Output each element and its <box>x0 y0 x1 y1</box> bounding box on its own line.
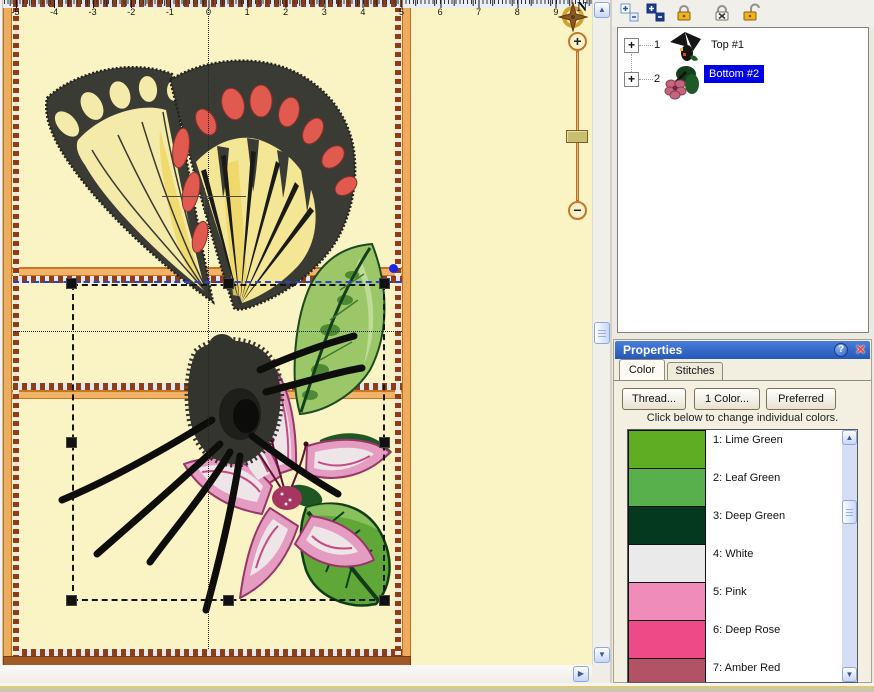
layers-toolbar <box>612 0 874 27</box>
selection-handle-nw[interactable] <box>66 278 77 289</box>
expand-layer-1-button[interactable]: + <box>624 38 639 53</box>
selection-handle-se[interactable] <box>379 595 390 606</box>
selection-handle-sw[interactable] <box>66 595 77 606</box>
properties-titlebar[interactable]: Properties ? ✕ <box>615 341 870 359</box>
color-label-6: 6: Deep Rose <box>713 624 780 636</box>
color-swatch-6[interactable] <box>628 620 706 659</box>
close-icon[interactable]: ✕ <box>855 342 866 358</box>
layer-item-top[interactable]: Top #1 <box>706 36 749 54</box>
color-swatch-2[interactable] <box>628 468 706 507</box>
color-row-5[interactable]: 5: Pink <box>628 582 844 621</box>
color-row-7[interactable]: 7: Amber Red <box>628 658 844 683</box>
color-label-3: 3: Deep Green <box>713 510 785 522</box>
selection-handle-ne[interactable] <box>379 278 390 289</box>
scroll-up-button[interactable]: ▲ <box>594 2 610 18</box>
zoom-out-button[interactable]: − <box>568 201 587 220</box>
lock-closed-icon[interactable] <box>674 3 694 23</box>
selection-handle-w[interactable] <box>66 437 77 448</box>
list-scroll-up-button[interactable]: ▲ <box>842 430 857 445</box>
color-swatch-5[interactable] <box>628 582 706 621</box>
color-row-3[interactable]: 3: Deep Green <box>628 506 844 545</box>
color-label-2: 2: Leaf Green <box>713 472 780 484</box>
list-scroll-thumb[interactable] <box>842 500 857 524</box>
layer-1-number: 1 <box>654 39 660 51</box>
zoom-in-button[interactable]: + <box>568 32 587 51</box>
select-minus-icon[interactable] <box>646 3 666 23</box>
color-label-1: 1: Lime Green <box>713 434 783 446</box>
color-label-7: 7: Amber Red <box>713 662 780 674</box>
properties-panel: Properties ? ✕ Color Stitches Thread... … <box>613 339 872 683</box>
color-swatch-3[interactable] <box>628 506 706 545</box>
layers-list[interactable]: + 1 Top #1 + 2 <box>617 27 869 333</box>
color-list-caption: Click below to change individual colors. <box>614 412 871 424</box>
selection-handle-s[interactable] <box>223 595 234 606</box>
scroll-down-button[interactable]: ▼ <box>594 647 610 663</box>
thread-button[interactable]: Thread... <box>622 388 686 410</box>
canvas-hscrollbar[interactable]: ▶ <box>0 665 592 683</box>
color-swatch-7[interactable] <box>628 658 706 683</box>
rotation-point[interactable] <box>389 264 398 273</box>
preferred-button[interactable]: Preferred <box>766 388 836 410</box>
color-swatch-1[interactable] <box>628 430 706 469</box>
color-row-4[interactable]: 4: White <box>628 544 844 583</box>
tab-stitches[interactable]: Stitches <box>667 362 723 380</box>
one-color-button[interactable]: 1 Color... <box>694 388 760 410</box>
color-list[interactable]: 1: Lime Green 2: Leaf Green 3: Deep Gree… <box>627 429 858 683</box>
properties-title: Properties <box>623 343 682 357</box>
color-tab-page: Thread... 1 Color... Preferred Click bel… <box>614 380 871 682</box>
selection-marquee[interactable] <box>72 284 385 601</box>
color-swatch-4[interactable] <box>628 544 706 583</box>
selection-handle-n[interactable] <box>223 278 234 289</box>
tab-color[interactable]: Color <box>619 359 665 380</box>
scrollbar-corner <box>592 665 610 683</box>
right-panel: + 1 Top #1 + 2 <box>612 0 874 692</box>
layer-2-thumbnail[interactable] <box>662 62 702 100</box>
zoom-slider-handle[interactable] <box>566 130 588 143</box>
layer-item-bottom[interactable]: Bottom #2 <box>704 65 764 83</box>
color-row-6[interactable]: 6: Deep Rose <box>628 620 844 659</box>
tree-line <box>631 54 632 72</box>
expand-layer-2-button[interactable]: + <box>624 72 639 87</box>
help-icon[interactable]: ? <box>834 343 848 357</box>
list-scroll-down-button[interactable]: ▼ <box>842 667 857 682</box>
vscroll-thumb[interactable] <box>594 322 610 344</box>
color-row-2[interactable]: 2: Leaf Green <box>628 468 844 507</box>
layer-2-number: 2 <box>654 73 660 85</box>
color-list-scrollbar[interactable]: ▲ ▼ <box>842 430 857 682</box>
layer-1-thumbnail[interactable] <box>666 30 704 64</box>
zoom-slider-track <box>576 51 579 201</box>
design-canvas[interactable]: -5-4-3-2-10123456789 <box>0 0 592 665</box>
object-center-marker-v <box>204 188 205 214</box>
lock-x-icon[interactable] <box>712 3 732 23</box>
scroll-right-button[interactable]: ▶ <box>573 666 589 682</box>
color-row-1[interactable]: 1: Lime Green <box>628 430 844 469</box>
color-label-4: 4: White <box>713 548 753 560</box>
selection-handle-e[interactable] <box>379 437 390 448</box>
compass-north-label: N <box>577 0 587 16</box>
color-label-5: 5: Pink <box>713 586 747 598</box>
canvas-vscrollbar[interactable]: ▲ ▼ <box>592 0 610 665</box>
tree-line <box>639 45 653 46</box>
lock-open-icon[interactable] <box>742 3 762 23</box>
select-plus-icon[interactable] <box>620 3 640 23</box>
tree-line <box>639 79 653 80</box>
embroidery-editor-window: -5-4-3-2-10123456789 <box>0 0 874 692</box>
